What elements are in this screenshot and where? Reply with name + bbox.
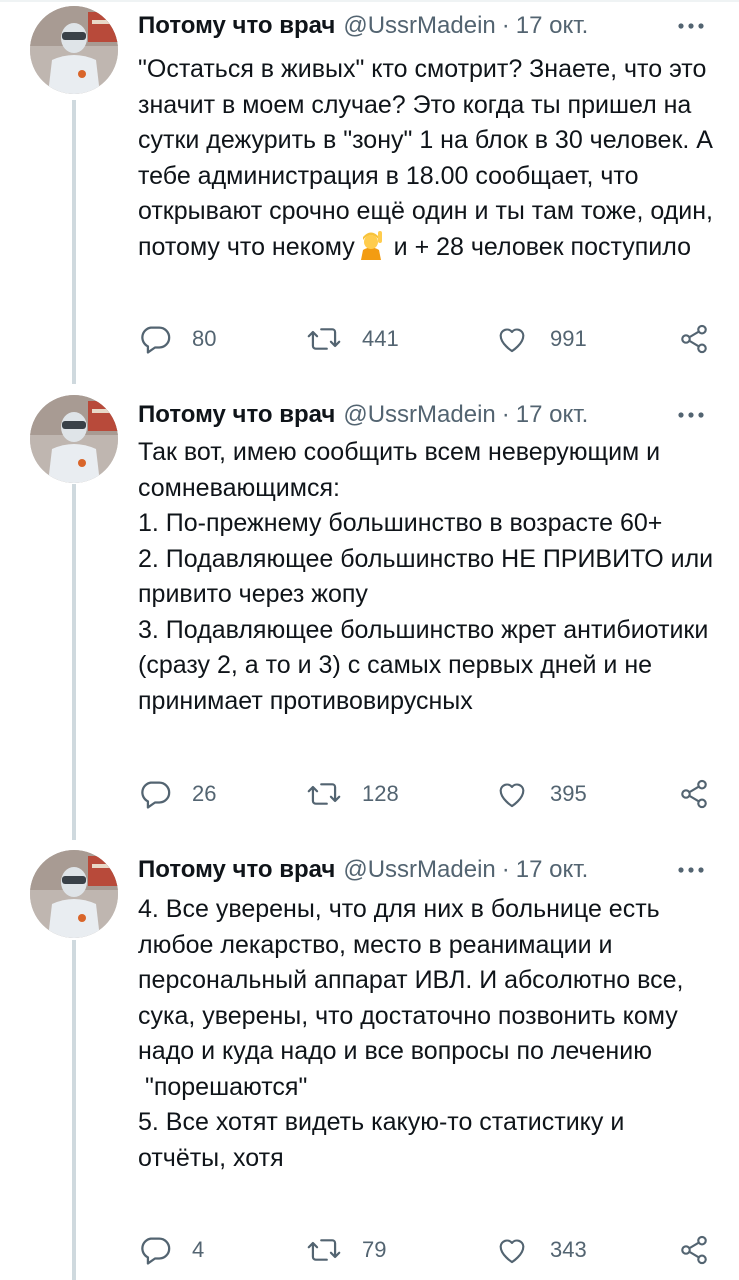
heart-icon [499,1239,525,1264]
tweet-text-part: "Остаться в живых" кто смотрит? Знаете, … [138,55,720,261]
reply-count: 26 [192,781,217,806]
heart-icon [499,328,525,353]
author-handle[interactable]: @UssrMadein [343,8,495,44]
tweet-date[interactable]: 17 окт. [516,852,588,888]
reply-button[interactable]: 26 [138,776,216,812]
author-name[interactable]: Потому что врач [138,397,335,433]
more-options-icon[interactable] [673,852,709,888]
like-count: 395 [550,781,587,806]
avatar-image [30,6,118,94]
tweet-text: 4. Все уверены, что для них в больнице е… [138,895,684,1172]
tweet[interactable]: Потому что врач @UssrMadein · 17 окт. "О… [0,6,739,366]
tweet-text-part: и + 28 человек поступило [386,232,691,261]
reply-icon [141,1237,171,1265]
more-options-icon[interactable] [673,397,709,433]
retweet-icon [307,328,341,350]
tweet-text: Так вот, имею сообщить всем неверующим и… [138,438,714,715]
retweet-button[interactable]: 441 [306,321,399,357]
like-count: 991 [550,326,587,351]
reply-icon [141,781,171,809]
heart-icon [499,783,525,808]
tweet-actions: 26 128 395 [138,776,718,812]
tweet-text: "Остаться в живых" кто смотрит? Знаете, … [138,52,715,265]
share-button[interactable] [678,1232,710,1268]
reply-button[interactable]: 4 [138,1232,204,1268]
top-divider [0,0,739,2]
author-name[interactable]: Потому что врач [138,8,335,44]
tweet-header: Потому что врач @UssrMadein · 17 окт. [138,8,709,44]
avatar[interactable] [30,850,118,938]
tweet-header: Потому что врач @UssrMadein · 17 окт. [138,397,709,433]
tweet-header: Потому что врач @UssrMadein · 17 окт. [138,852,709,888]
avatar[interactable] [30,395,118,483]
tweet-date[interactable]: 17 окт. [516,397,588,433]
retweet-icon [307,1239,341,1261]
tweet-actions: 80 441 991 [138,321,718,357]
share-icon [681,324,707,354]
share-button[interactable] [678,776,710,812]
reply-icon [141,326,171,354]
person-raising-hand-emoji [357,230,385,260]
avatar-image [30,395,118,483]
like-button[interactable]: 991 [494,321,587,357]
tweet[interactable]: Потому что врач @UssrMadein · 17 окт. 4.… [0,850,739,1280]
share-icon [681,1235,707,1265]
tweet-date[interactable]: 17 окт. [516,8,588,44]
author-handle[interactable]: @UssrMadein [343,397,495,433]
retweet-count: 441 [362,326,399,351]
like-button[interactable]: 395 [494,776,587,812]
like-count: 343 [550,1237,587,1262]
separator-dot: · [501,12,510,39]
avatar-image [30,850,118,938]
reply-count: 4 [192,1237,205,1262]
tweet-actions: 4 79 343 [138,1232,718,1268]
tweet[interactable]: Потому что врач @UssrMadein · 17 окт. Та… [0,395,739,825]
author-name[interactable]: Потому что врач [138,852,335,888]
share-icon [681,779,707,809]
separator-dot: · [501,401,510,428]
more-options-icon[interactable] [673,8,709,44]
retweet-button[interactable]: 128 [306,776,399,812]
retweet-count: 128 [362,781,399,806]
avatar[interactable] [30,6,118,94]
reply-button[interactable]: 80 [138,321,216,357]
retweet-button[interactable]: 79 [306,1232,386,1268]
like-button[interactable]: 343 [494,1232,587,1268]
retweet-icon [307,783,341,805]
share-button[interactable] [678,321,710,357]
author-handle[interactable]: @UssrMadein [343,852,495,888]
retweet-count: 79 [362,1237,387,1262]
separator-dot: · [501,856,510,883]
reply-count: 80 [192,326,217,351]
